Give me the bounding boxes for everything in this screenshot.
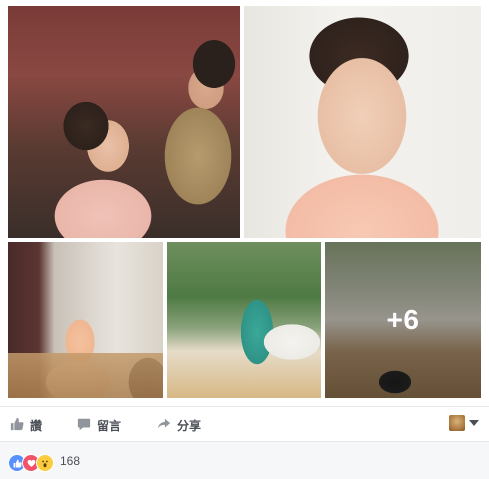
reaction-icons: [8, 454, 54, 472]
photo-more[interactable]: +6: [325, 242, 481, 398]
photo-grid: +6: [0, 0, 489, 406]
like-label: 讚: [30, 418, 43, 433]
photo-seated-pose[interactable]: [8, 242, 163, 398]
thumbs-up-icon: [10, 417, 30, 434]
wow-reaction-icon: [36, 454, 54, 472]
comment-button[interactable]: 留言: [77, 416, 121, 434]
reaction-count[interactable]: 168: [60, 454, 80, 468]
reactions-summary[interactable]: 168: [0, 441, 489, 479]
share-arrow-icon: [157, 417, 177, 434]
photo-portrait[interactable]: [244, 6, 481, 238]
comment-label: 留言: [97, 418, 122, 433]
avatar: [449, 415, 465, 431]
comment-bubble-icon: [77, 417, 97, 434]
share-button[interactable]: 分享: [157, 416, 201, 434]
like-button[interactable]: 讚: [10, 416, 42, 434]
share-label: 分享: [177, 418, 202, 433]
action-bar: 讚 留言 分享: [0, 406, 489, 441]
post-as-selector[interactable]: [449, 415, 479, 431]
caret-down-icon: [469, 420, 479, 426]
photo-makeup-session[interactable]: [8, 6, 240, 238]
photo-yoga-pose[interactable]: [167, 242, 321, 398]
more-photos-count: +6: [386, 304, 420, 335]
